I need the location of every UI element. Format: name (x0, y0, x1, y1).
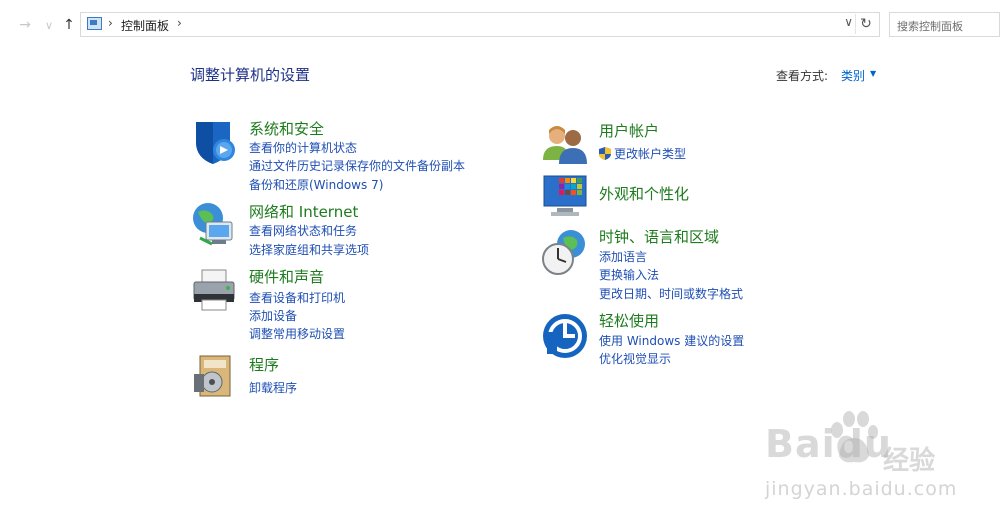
hardware-title[interactable]: 硬件和声音 (249, 266, 324, 287)
breadcrumb-control-panel[interactable]: 控制面板 (121, 17, 169, 34)
link-file-history-backup[interactable]: 通过文件历史记录保存你的文件备份副本 (249, 157, 465, 174)
clock-globe-icon[interactable] (541, 228, 589, 276)
clock-language-title[interactable]: 时钟、语言和区域 (599, 226, 719, 247)
address-box[interactable]: › 控制面板 › ∨ ↻ (80, 12, 880, 37)
chevron-right-icon[interactable]: › (108, 16, 113, 30)
link-change-account-type[interactable]: 更改帐户类型 (599, 145, 686, 162)
ease-of-access-title[interactable]: 轻松使用 (599, 310, 659, 331)
link-add-device[interactable]: 添加设备 (249, 307, 297, 324)
users-icon[interactable] (541, 120, 589, 168)
link-view-computer-status[interactable]: 查看你的计算机状态 (249, 139, 357, 156)
link-change-input-method[interactable]: 更换输入法 (599, 266, 659, 283)
appearance-title[interactable]: 外观和个性化 (599, 183, 689, 204)
watermark-brand-cn: 经验 (883, 446, 936, 476)
up-arrow-icon[interactable]: ↑ (58, 14, 80, 36)
shield-icon[interactable] (190, 118, 238, 166)
search-placeholder: 搜索控制面板 (897, 20, 963, 33)
baidu-watermark: Baidu 经验 jingyan.baidu.com (765, 410, 1000, 515)
link-devices-printers[interactable]: 查看设备和打印机 (249, 289, 345, 306)
system-security-title[interactable]: 系统和安全 (249, 118, 324, 139)
appearance-monitor-icon[interactable] (541, 172, 589, 220)
ease-of-access-icon[interactable] (541, 312, 589, 360)
view-by-label: 查看方式: (776, 69, 829, 83)
chevron-right-icon[interactable]: › (177, 16, 182, 30)
user-accounts-title[interactable]: 用户帐户 (599, 120, 659, 141)
link-add-language[interactable]: 添加语言 (599, 248, 647, 265)
network-title[interactable]: 网络和 Internet (249, 201, 358, 222)
link-optimize-visual-display[interactable]: 优化视觉显示 (599, 350, 671, 367)
refresh-icon[interactable]: ↻ (855, 14, 876, 34)
programs-title[interactable]: 程序 (249, 354, 279, 375)
watermark-brand: Baidu (765, 422, 892, 466)
address-bar: → ∨ ↑ › 控制面板 › ∨ ↻ 搜索控制面板 (0, 0, 1000, 48)
link-network-status[interactable]: 查看网络状态和任务 (249, 222, 357, 239)
search-input[interactable]: 搜索控制面板 (889, 12, 1000, 37)
link-recommended-settings[interactable]: 使用 Windows 建议的设置 (599, 332, 744, 349)
link-change-date-time-format[interactable]: 更改日期、时间或数字格式 (599, 285, 743, 302)
page-title: 调整计算机的设置 (190, 66, 311, 84)
watermark-url: jingyan.baidu.com (765, 478, 958, 500)
link-uninstall-program[interactable]: 卸载程序 (249, 379, 297, 396)
programs-icon[interactable] (190, 352, 238, 400)
recent-dropdown-icon[interactable]: ∨ (38, 14, 60, 36)
uac-shield-icon (599, 147, 611, 160)
caret-down-icon[interactable]: ▼ (870, 69, 876, 78)
link-homegroup-sharing[interactable]: 选择家庭组和共享选项 (249, 241, 369, 258)
link-mobility-settings[interactable]: 调整常用移动设置 (249, 325, 345, 342)
link-backup-restore[interactable]: 备份和还原(Windows 7) (249, 176, 383, 193)
back-arrow-icon[interactable]: → (14, 14, 36, 36)
view-by-dropdown[interactable]: 类别 (841, 67, 865, 84)
change-account-type-label: 更改帐户类型 (614, 147, 687, 161)
network-globe-icon[interactable] (190, 200, 238, 248)
control-panel-icon (87, 17, 102, 30)
address-dropdown-icon[interactable]: ∨ (844, 15, 853, 29)
printer-icon[interactable] (190, 266, 238, 314)
